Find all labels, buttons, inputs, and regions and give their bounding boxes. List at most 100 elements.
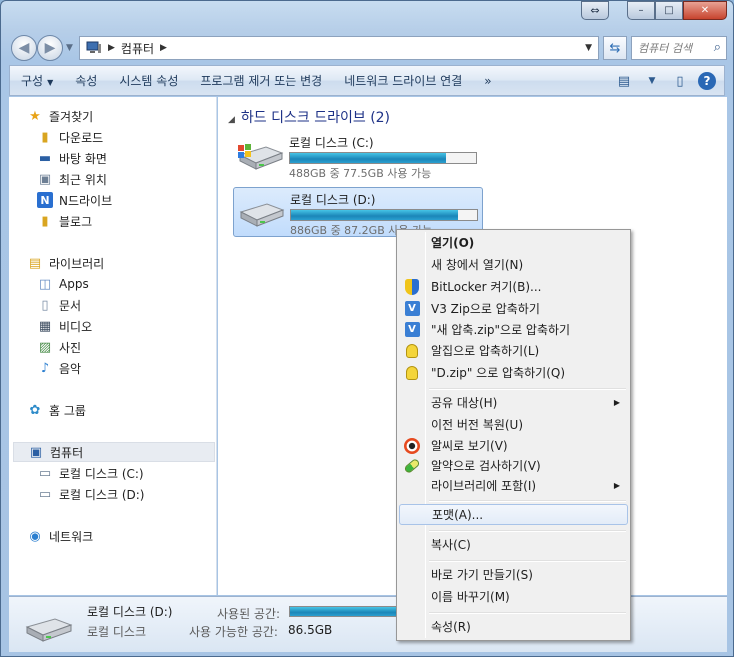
menu-item-include-in-library[interactable]: 라이브러리에 포함(I) ▶ <box>399 475 628 496</box>
video-icon: ▦ <box>38 318 52 334</box>
menu-item-label: 이름 바꾸기(M) <box>431 590 510 604</box>
preview-pane-button[interactable]: ▯ <box>670 71 690 91</box>
menu-item-create-shortcut[interactable]: 바로 가기 만들기(S) <box>399 564 628 585</box>
drive-icon: ▭ <box>38 486 52 502</box>
change-view-button[interactable]: ▤ <box>614 71 634 91</box>
uninstall-program-button[interactable]: 프로그램 제거 또는 변경 <box>189 72 333 89</box>
menu-item-alyac-scan[interactable]: 알약으로 검사하기(V) <box>399 455 628 476</box>
view-icon: ▤ <box>617 73 631 89</box>
nav-favorites[interactable]: ★ 즐겨찾기 <box>27 106 93 126</box>
nav-homegroup[interactable]: ✿ 홈 그룹 <box>27 400 86 420</box>
address-dropdown[interactable]: ▼ <box>585 43 592 53</box>
recent-pages-dropdown[interactable]: ▼ <box>66 43 73 53</box>
breadcrumb-separator[interactable]: ▶ <box>160 43 167 53</box>
nav-item-ndrive[interactable]: N N드라이브 <box>37 190 112 210</box>
drive-c[interactable]: 로컬 디스크 (C:) 488GB 중 77.5GB 사용 가능 <box>233 131 483 181</box>
close-button[interactable]: ✕ <box>683 1 727 20</box>
nav-item-videos[interactable]: ▦ 비디오 <box>37 316 92 336</box>
used-space-bar <box>289 606 409 617</box>
menu-item-restore-previous[interactable]: 이전 버전 복원(U) <box>399 414 628 435</box>
menu-item-copy[interactable]: 복사(C) <box>399 534 628 555</box>
desktop-icon: ▬ <box>38 150 52 166</box>
breadcrumb-computer[interactable]: 컴퓨터 <box>121 40 154 57</box>
map-network-drive-button[interactable]: 네트워크 드라이브 연결 <box>333 72 473 89</box>
search-placeholder: 컴퓨터 검색 <box>638 42 693 55</box>
system-properties-button[interactable]: 시스템 속성 <box>108 72 189 89</box>
minimize-button[interactable]: – <box>627 1 655 20</box>
drive-info: 488GB 중 77.5GB 사용 가능 <box>289 167 432 180</box>
ndrive-icon: N <box>37 192 53 208</box>
menu-item-label: 복사(C) <box>431 538 471 552</box>
nav-favorites-label: 즐겨찾기 <box>49 109 94 124</box>
group-header[interactable]: ◢ 하드 디스크 드라이브 (2) <box>228 107 390 127</box>
menu-item-alzip[interactable]: 알집으로 압축하기(L) <box>399 340 628 361</box>
nav-item-recent-places[interactable]: ▣ 최근 위치 <box>37 169 107 189</box>
nav-item-label: 바탕 화면 <box>59 151 107 166</box>
nav-network[interactable]: ◉ 네트워크 <box>27 526 93 546</box>
menu-item-alzip-dzip[interactable]: "D.zip" 으로 압축하기(Q) <box>399 362 628 383</box>
menu-item-label: 열기(O) <box>431 236 475 250</box>
menu-item-rename[interactable]: 이름 바꾸기(M) <box>399 586 628 607</box>
back-button[interactable]: ◀ <box>11 35 37 61</box>
menu-item-format[interactable]: 포맷(A)... <box>399 504 628 525</box>
nav-libraries[interactable]: ▤ 라이브러리 <box>27 253 104 273</box>
nav-libraries-label: 라이브러리 <box>49 256 105 271</box>
nav-item-blog[interactable]: ▮ 블로그 <box>37 211 92 231</box>
refresh-button[interactable]: ⇆ <box>603 36 627 60</box>
menu-item-properties[interactable]: 속성(R) <box>399 616 628 637</box>
network-icon: ◉ <box>29 528 41 544</box>
menu-item-label: 알씨로 보기(V) <box>431 439 508 453</box>
nav-computer[interactable]: ▣ 컴퓨터 <box>13 442 215 462</box>
nav-item-music[interactable]: ♪ 음악 <box>37 358 81 378</box>
music-icon: ♪ <box>40 360 50 376</box>
alzip-icon <box>406 343 418 358</box>
nav-item-label: 문서 <box>59 298 82 313</box>
breadcrumb-separator[interactable]: ▶ <box>108 43 115 53</box>
free-space-value: 86.5GB <box>288 623 333 637</box>
menu-separator <box>429 612 626 614</box>
menu-item-bitlocker[interactable]: BitLocker 켜기(B)... <box>399 276 628 297</box>
nav-item-drive-c[interactable]: ▭ 로컬 디스크 (C:) <box>37 463 144 483</box>
drive-name: 로컬 디스크 (D:) <box>290 193 376 207</box>
maximize-button[interactable]: □ <box>655 1 683 20</box>
forward-button[interactable]: ▶ <box>37 35 63 61</box>
aero-snap-button[interactable]: ⇔ <box>581 1 609 20</box>
menu-item-label: 새 창에서 열기(N) <box>431 258 524 272</box>
menu-item-v3zip[interactable]: V V3 Zip으로 압축하기 <box>399 298 628 319</box>
help-icon[interactable]: ? <box>698 72 716 90</box>
nav-item-documents[interactable]: ▯ 문서 <box>37 295 81 315</box>
menu-item-alsee[interactable]: 알씨로 보기(V) <box>399 435 628 456</box>
nav-item-drive-d[interactable]: ▭ 로컬 디스크 (D:) <box>37 484 145 504</box>
drive-usage-fill <box>290 153 447 163</box>
nav-item-label: 비디오 <box>59 319 93 334</box>
caption-buttons: – □ ✕ <box>627 1 727 20</box>
nav-item-label: 최근 위치 <box>59 172 107 187</box>
more-commands-button[interactable]: » <box>473 74 502 88</box>
group-title: 하드 디스크 드라이브 (2) <box>240 110 391 126</box>
nav-item-label: 로컬 디스크 (C:) <box>59 466 144 481</box>
nav-item-downloads[interactable]: ▮ 다운로드 <box>37 127 103 147</box>
menu-item-v3zip-new[interactable]: V "새 압축.zip"으로 압축하기 <box>399 319 628 340</box>
navigation-bar: ◀ ▶ ▼ ▶ 컴퓨터 ▶ ▼ ⇆ 컴퓨터 검색 ⌕ <box>9 35 727 61</box>
properties-button[interactable]: 속성 <box>64 72 108 89</box>
homegroup-icon: ✿ <box>29 402 41 418</box>
star-icon: ★ <box>29 108 41 124</box>
computer-icon: ▣ <box>29 444 43 460</box>
nav-item-pictures[interactable]: ▨ 사진 <box>37 337 81 357</box>
refresh-icon: ⇆ <box>609 40 621 56</box>
nav-item-label: 음악 <box>59 361 82 376</box>
pictures-icon: ▨ <box>38 339 52 355</box>
address-bar[interactable]: ▶ 컴퓨터 ▶ ▼ <box>79 36 599 60</box>
windows-drive-icon <box>238 144 284 170</box>
nav-item-desktop[interactable]: ▬ 바탕 화면 <box>37 148 107 168</box>
view-options-dropdown[interactable]: ▼ <box>642 71 662 91</box>
menu-item-share-with[interactable]: 공유 대상(H) ▶ <box>399 392 628 413</box>
chevron-down-icon: ▼ <box>47 78 54 87</box>
organize-button[interactable]: 구성 ▼ <box>10 72 64 89</box>
menu-item-open-new-window[interactable]: 새 창에서 열기(N) <box>399 254 628 275</box>
menu-item-open[interactable]: 열기(O) <box>399 232 628 253</box>
documents-icon: ▯ <box>41 297 49 313</box>
search-input[interactable]: 컴퓨터 검색 ⌕ <box>631 36 727 60</box>
downloads-folder-icon: ▮ <box>41 129 49 145</box>
nav-item-apps[interactable]: ◫ Apps <box>37 274 89 294</box>
